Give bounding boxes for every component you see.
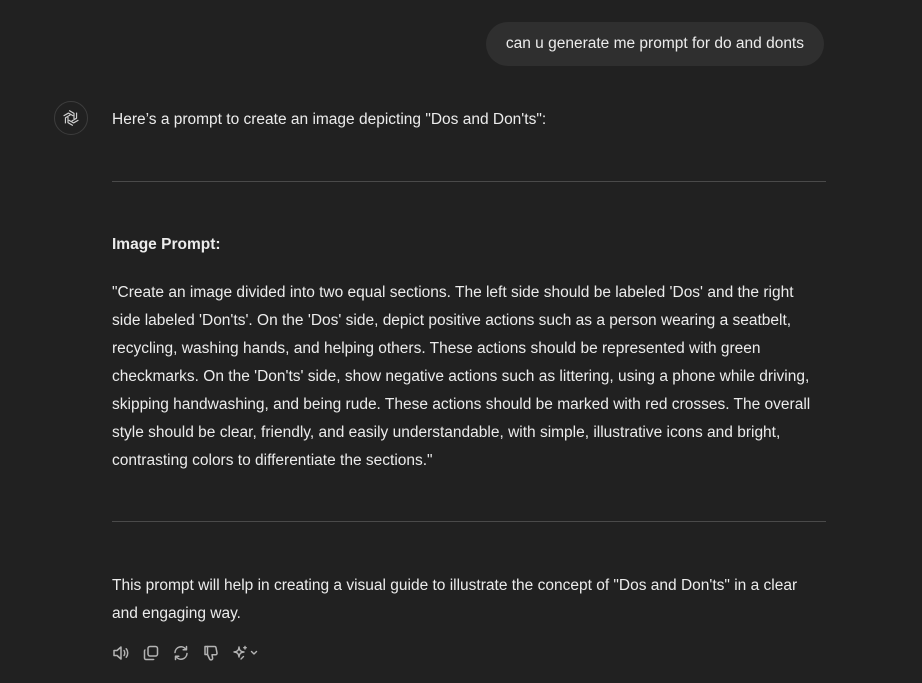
assistant-intro: Here’s a prompt to create an image depic…: [112, 111, 547, 128]
section-heading: Image Prompt:: [112, 236, 221, 253]
prompt-text: "Create an image divided into two equal …: [112, 284, 811, 469]
divider: [112, 521, 826, 522]
bad-response-button[interactable]: [202, 644, 220, 662]
assistant-outro: This prompt will help in creating a visu…: [112, 577, 798, 622]
copy-icon: [143, 645, 159, 661]
divider: [112, 181, 826, 182]
change-model-button[interactable]: [232, 644, 258, 662]
thumbs-down-icon: [204, 645, 218, 661]
regenerate-button[interactable]: [172, 644, 190, 662]
copy-button[interactable]: [142, 644, 160, 662]
chevron-down-icon: [250, 650, 258, 655]
assistant-message: Here’s a prompt to create an image depic…: [112, 106, 826, 662]
read-aloud-icon: [113, 646, 129, 660]
change-model-icon: [233, 645, 258, 660]
user-message-text: can u generate me prompt for do and dont…: [505, 35, 804, 52]
regenerate-icon: [174, 645, 188, 661]
message-actions: [112, 644, 826, 662]
user-message-bubble: can u generate me prompt for do and dont…: [485, 22, 824, 66]
assistant-avatar: [54, 101, 88, 135]
openai-logo-icon: [63, 109, 79, 127]
read-aloud-button[interactable]: [112, 644, 130, 662]
chat-page: can u generate me prompt for do and dont…: [0, 0, 922, 683]
